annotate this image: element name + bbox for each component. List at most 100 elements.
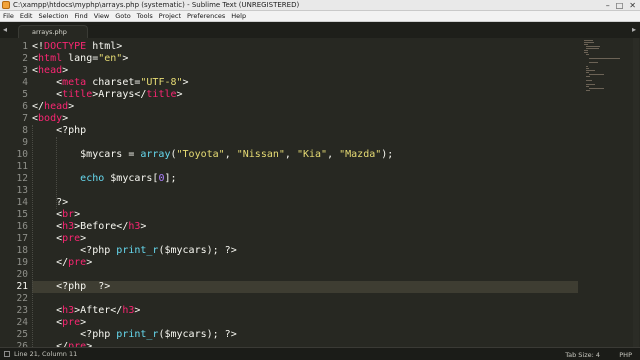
indent-guide (32, 125, 33, 347)
line-number: 12 (16, 173, 28, 184)
code-line[interactable]: <html lang="en"> (32, 53, 128, 65)
code-line[interactable]: <head> (32, 65, 68, 77)
code-token: ($mycars); ?> (158, 245, 237, 256)
minimap-line (586, 86, 590, 87)
menu-goto[interactable]: Goto (115, 12, 131, 20)
code-token: > (134, 305, 141, 316)
code-token: > (80, 233, 87, 244)
panel-toggle-icon[interactable] (4, 351, 10, 357)
code-token: < (32, 317, 63, 328)
close-window-icon[interactable]: ✕ (629, 1, 636, 10)
tab-arrays-php[interactable]: arrays.php (18, 25, 88, 38)
code-token: < (32, 209, 63, 220)
code-token: head (44, 101, 69, 112)
code-token: html> (86, 41, 123, 52)
code-line[interactable]: <meta charset="UTF-8"> (32, 77, 189, 89)
minimize-icon[interactable]: – (606, 1, 610, 10)
code-line[interactable]: $mycars = array("Toyota", "Nissan", "Kia… (32, 149, 393, 161)
code-line[interactable]: echo $mycars[0]; (32, 173, 176, 185)
code-token: h3 (62, 305, 75, 316)
line-number: 13 (16, 185, 28, 196)
line-number: 22 (16, 293, 28, 304)
code-token: > (182, 77, 189, 88)
menu-tools[interactable]: Tools (137, 12, 153, 20)
code-line[interactable]: <title>Arrays</title> (32, 89, 182, 101)
line-number: 2 (22, 53, 28, 64)
line-number: 23 (16, 305, 28, 316)
code-token: h3 (122, 305, 135, 316)
code-token: h3 (128, 221, 141, 232)
line-number: 6 (22, 101, 28, 112)
code-token: > (80, 317, 87, 328)
menu-selection[interactable]: Selection (38, 12, 68, 20)
menu-preferences[interactable]: Preferences (187, 12, 225, 20)
code-token: title (62, 89, 93, 100)
code-line[interactable]: <!DOCTYPE html> (32, 41, 122, 53)
line-number: 18 (16, 245, 28, 256)
code-token: < (32, 233, 63, 244)
line-number: 1 (22, 41, 28, 52)
code-token: , (224, 149, 237, 160)
menu-view[interactable]: View (94, 12, 109, 20)
code-token: <?php ?> (32, 281, 111, 292)
indent-guide (56, 137, 57, 209)
code-token: >Before</ (74, 221, 129, 232)
code-area[interactable]: <!DOCTYPE html> <html lang="en"> <head> <m… (32, 38, 578, 347)
menu-file[interactable]: File (3, 12, 14, 20)
code-line[interactable]: <h3>After</h3> (32, 305, 140, 317)
code-token: "en" (98, 53, 123, 64)
code-line[interactable]: <br> (32, 209, 80, 221)
window-controls: – □ ✕ (606, 1, 636, 10)
code-line[interactable]: <pre> (32, 233, 86, 245)
vertical-scrollbar[interactable] (633, 38, 639, 347)
line-number: 3 (22, 65, 28, 76)
code-line[interactable]: </head> (32, 101, 74, 113)
minimap-line (584, 52, 588, 53)
menu-find[interactable]: Find (74, 12, 87, 20)
code-token: </ (32, 257, 69, 268)
line-number-gutter: 1 2 3 4 5 6 7 8 9 10 11 12 13 14 15 16 17 18 19 20 21 22 23 24 2… (0, 38, 28, 347)
line-number: 9 (22, 137, 28, 148)
menu-edit[interactable]: Edit (20, 12, 33, 20)
line-number: 7 (22, 113, 28, 124)
code-token: > (140, 221, 147, 232)
tab-bar: ◂ arrays.php ▸ (0, 22, 640, 38)
code-line[interactable]: <?php print_r($mycars); ?> (32, 329, 237, 341)
code-token: print_r (116, 245, 159, 256)
code-line[interactable]: <?php ?> (32, 281, 578, 293)
code-line[interactable]: <?php print_r($mycars); ?> (32, 245, 237, 257)
line-number: 8 (22, 125, 28, 136)
minimap-line (586, 76, 590, 77)
line-number: 10 (16, 149, 28, 160)
code-token: > (62, 65, 69, 76)
code-token: "Toyota" (176, 149, 225, 160)
minimap-line (588, 62, 599, 63)
menu-project[interactable]: Project (159, 12, 181, 20)
tab-scroll-right-icon[interactable]: ▸ (632, 25, 636, 34)
code-token: print_r (116, 329, 159, 340)
code-line[interactable]: </pre> (32, 257, 92, 269)
maximize-icon[interactable]: □ (616, 1, 624, 10)
menu-help[interactable]: Help (231, 12, 246, 20)
code-token: >Arrays</ (92, 89, 147, 100)
code-line[interactable]: <pre> (32, 317, 86, 329)
code-token: "Kia" (296, 149, 328, 160)
line-number: 17 (16, 233, 28, 244)
tab-label: arrays.php (32, 28, 67, 36)
syntax-setting[interactable]: PHP (619, 351, 632, 359)
cursor-position: Line 21, Column 11 (14, 350, 78, 358)
line-number: 21 (16, 281, 28, 292)
code-line[interactable]: <body> (32, 113, 68, 125)
code-token: < (32, 305, 63, 316)
code-token: < (32, 89, 63, 100)
code-line[interactable]: <?php (32, 125, 86, 137)
code-editor[interactable]: 1 2 3 4 5 6 7 8 9 10 11 12 13 14 15 16 17 18 19 20 21 22 23 24 2… (0, 38, 640, 347)
code-token: h3 (62, 221, 75, 232)
minimap[interactable] (584, 38, 630, 118)
code-token: > (74, 209, 81, 220)
line-number: 4 (22, 77, 28, 88)
tab-scroll-left-icon[interactable]: ◂ (3, 25, 7, 34)
tab-size-setting[interactable]: Tab Size: 4 (565, 351, 600, 359)
code-line[interactable]: <h3>Before</h3> (32, 221, 146, 233)
code-line[interactable]: ?> (32, 197, 68, 209)
